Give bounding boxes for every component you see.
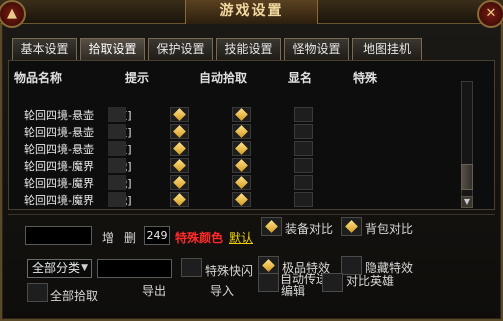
hint-checkbox[interactable] — [170, 192, 189, 207]
name-mask — [108, 107, 126, 122]
close-icon[interactable]: ✕ — [477, 0, 503, 28]
pick-all-checkbox[interactable] — [27, 283, 48, 302]
show-name-checkbox[interactable] — [294, 192, 313, 207]
diamond-icon — [235, 193, 248, 206]
diamond-icon — [235, 176, 248, 189]
col-auto-pickup: 自动拾取 — [199, 71, 248, 85]
name-mask — [108, 141, 126, 156]
show-name-checkbox[interactable] — [294, 141, 313, 156]
item-name-input[interactable] — [25, 226, 92, 245]
bag-compare-checkbox[interactable] — [341, 217, 362, 236]
tab-map-autoplay[interactable]: 地图挂机 — [352, 38, 422, 60]
table-row[interactable]: 轮回四境-魔界[战] — [0, 192, 470, 208]
auto-pickup-checkbox[interactable] — [232, 124, 251, 139]
filter-input[interactable] — [97, 259, 172, 278]
table-row[interactable]: 轮回四境-魔界[战] — [0, 175, 470, 191]
tab-basic[interactable]: 基本设置 — [12, 38, 77, 60]
auto-pickup-checkbox[interactable] — [232, 192, 251, 207]
hint-checkbox[interactable] — [170, 124, 189, 139]
diamond-icon — [173, 108, 186, 121]
diamond-icon — [173, 125, 186, 138]
auto-pickup-checkbox[interactable] — [232, 141, 251, 156]
title-bar: ▲ 游戏设置 ✕ — [0, 0, 503, 28]
diamond-icon — [235, 125, 248, 138]
scrollbar-thumb[interactable] — [461, 164, 473, 190]
pick-all-label: 全部拾取 — [50, 289, 99, 303]
diamond-icon — [173, 176, 186, 189]
divider — [8, 214, 495, 215]
add-button[interactable]: 增 — [102, 229, 114, 246]
window-title: 游戏设置 — [185, 0, 318, 24]
col-special: 特殊 — [353, 71, 378, 85]
show-name-checkbox[interactable] — [294, 124, 313, 139]
equip-compare-label: 装备对比 — [285, 222, 334, 236]
compare-hero-checkbox[interactable] — [322, 273, 343, 292]
diamond-icon — [235, 108, 248, 121]
bag-compare-label: 背包对比 — [365, 222, 414, 236]
auto-pickup-checkbox[interactable] — [232, 175, 251, 190]
name-mask — [108, 124, 126, 139]
tab-skills[interactable]: 技能设置 — [216, 38, 281, 60]
name-mask — [108, 175, 126, 190]
special-color-label[interactable]: 特殊颜色 — [175, 229, 223, 246]
hint-checkbox[interactable] — [170, 175, 189, 190]
chevron-down-icon: ▼ — [81, 263, 88, 273]
diamond-icon — [173, 159, 186, 172]
default-link[interactable]: 默认 — [229, 229, 253, 246]
equip-compare-checkbox[interactable] — [261, 217, 282, 236]
col-item-name: 物品名称 — [14, 71, 63, 85]
delete-button[interactable]: 删 — [124, 229, 136, 246]
count-field[interactable]: 249 — [144, 226, 170, 245]
special-flash-checkbox[interactable] — [181, 258, 202, 277]
hint-checkbox[interactable] — [170, 107, 189, 122]
compare-hero-label: 对比英雄 — [346, 274, 395, 288]
hint-checkbox[interactable] — [170, 158, 189, 173]
hint-checkbox[interactable] — [170, 141, 189, 156]
show-name-checkbox[interactable] — [294, 158, 313, 173]
auto-pickup-checkbox[interactable] — [232, 158, 251, 173]
col-show-name: 显名 — [288, 71, 313, 85]
name-mask — [108, 192, 126, 207]
category-select[interactable]: 全部分类 ▼ — [27, 259, 92, 278]
diamond-icon — [235, 142, 248, 155]
import-button[interactable]: 导入 — [210, 282, 234, 299]
auto-teleport-checkbox[interactable] — [258, 273, 279, 292]
diamond-icon — [235, 159, 248, 172]
special-flash-label: 特殊快闪 — [205, 264, 254, 278]
show-name-checkbox[interactable] — [294, 175, 313, 190]
name-mask — [108, 158, 126, 173]
table-row[interactable]: 轮回四境-悬壶[道] — [0, 124, 470, 140]
window-menu-icon[interactable]: ▲ — [0, 0, 26, 28]
export-button[interactable]: 导出 — [142, 282, 166, 299]
table-row[interactable]: 轮回四境-魔界[战] — [0, 158, 470, 174]
table-row[interactable]: 轮回四境-悬壶[道] — [0, 107, 470, 123]
col-hint: 提示 — [125, 71, 150, 85]
auto-pickup-checkbox[interactable] — [232, 107, 251, 122]
tab-monsters[interactable]: 怪物设置 — [284, 38, 349, 60]
show-name-checkbox[interactable] — [294, 107, 313, 122]
tab-protection[interactable]: 保护设置 — [148, 38, 213, 60]
scroll-down-icon[interactable]: ▼ — [461, 196, 473, 208]
diamond-icon — [173, 142, 186, 155]
edit-button[interactable]: 编辑 — [281, 282, 305, 299]
diamond-icon — [173, 193, 186, 206]
table-row[interactable]: 轮回四境-悬壶[道] — [0, 141, 470, 157]
tab-pickup[interactable]: 拾取设置 — [80, 38, 145, 60]
